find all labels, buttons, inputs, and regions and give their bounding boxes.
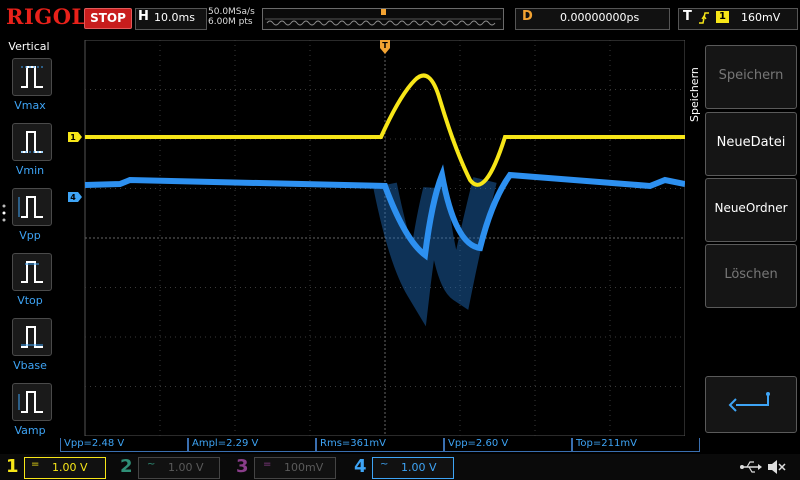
waveform-display[interactable]: T 1 4: [60, 40, 685, 436]
trigger-level: 160mV: [741, 11, 781, 24]
ch3-coupling: =: [263, 459, 272, 470]
usb-icon: [740, 461, 762, 473]
memory-trigger-marker: [381, 9, 386, 15]
delay-letter: D: [522, 9, 533, 24]
vmax-label: Vmax: [14, 99, 46, 112]
timebase-value: 10.0ms: [154, 11, 195, 24]
pulse-icon: [21, 261, 43, 283]
svg-text:4: 4: [70, 193, 76, 202]
measurement-4[interactable]: Vpp=2.60 V: [444, 438, 572, 452]
vmin-button[interactable]: [12, 123, 52, 161]
ch3-scale: 100mV: [284, 461, 324, 474]
delay-value: 0.00000000ps: [560, 11, 640, 24]
trigger-letter: T: [683, 9, 692, 24]
measurement-2[interactable]: Ampl=2.29 V: [188, 438, 316, 452]
measurement-5[interactable]: Top=211mV: [572, 438, 700, 452]
pulse-icon: [18, 196, 43, 218]
measurement-1[interactable]: Vpp=2.48 V: [60, 438, 188, 452]
ch2-scale: 1.00 V: [168, 461, 204, 474]
pulse-icon: [18, 391, 43, 413]
memory-depth: 6.00M pts: [208, 17, 253, 27]
acquisition-info: 50.0MSa/s 6.00M pts: [208, 7, 255, 27]
ch1-number[interactable]: 1: [6, 456, 19, 477]
speaker-muted-icon[interactable]: [766, 458, 786, 476]
svg-text:1: 1: [70, 133, 76, 142]
speichern-button[interactable]: Speichern: [705, 45, 797, 109]
speichern-label: Speichern: [718, 68, 784, 83]
loeschen-button[interactable]: Löschen: [705, 244, 797, 308]
ch1-scale: 1.00 V: [52, 461, 88, 474]
loeschen-label: Löschen: [724, 267, 778, 282]
sample-rate: 50.0MSa/s: [208, 7, 255, 17]
pulse-icon: [21, 131, 43, 153]
return-arrow-icon: [728, 392, 770, 412]
svg-text:T: T: [382, 41, 388, 50]
vamp-label: Vamp: [14, 424, 46, 437]
ch2-number[interactable]: 2: [120, 456, 133, 477]
vmax-button[interactable]: [12, 58, 52, 96]
right-panel-title: Speichern: [688, 67, 701, 122]
ch3-number[interactable]: 3: [236, 456, 249, 477]
vbase-button[interactable]: [12, 318, 52, 356]
return-button[interactable]: [705, 376, 797, 433]
memory-waveform-preview: [265, 9, 501, 26]
ch4-number[interactable]: 4: [354, 456, 367, 477]
neueordner-button[interactable]: NeueOrdner: [705, 178, 797, 242]
timebase-letter: H: [138, 9, 149, 24]
ch1-coupling: =: [31, 459, 40, 470]
vtop-button[interactable]: [12, 253, 52, 291]
trigger-edge-icon: [699, 12, 709, 24]
pulse-icon: [21, 66, 43, 88]
ch4-coupling: ~: [380, 459, 389, 470]
run-stop-badge[interactable]: STOP: [84, 8, 132, 29]
measurement-3[interactable]: Rms=361mV: [316, 438, 444, 452]
ch4-scale: 1.00 V: [401, 461, 437, 474]
neueordner-label: NeueOrdner: [714, 201, 788, 215]
neuedatei-button[interactable]: NeueDatei: [705, 112, 797, 176]
vamp-button[interactable]: [12, 383, 52, 421]
vmin-label: Vmin: [15, 164, 45, 177]
vtop-label: Vtop: [17, 294, 43, 307]
pulse-icon: [21, 326, 43, 348]
page-dots-icon: [2, 204, 6, 222]
vpp-label: Vpp: [19, 229, 41, 242]
left-panel-title: Vertical: [8, 40, 50, 53]
memory-overview-bar[interactable]: [262, 8, 504, 30]
brand-logo: RIGOL: [6, 4, 87, 29]
ch2-coupling: ~: [147, 459, 156, 470]
vpp-button[interactable]: [12, 188, 52, 226]
neuedatei-label: NeueDatei: [716, 135, 786, 150]
vbase-label: Vbase: [13, 359, 47, 372]
trigger-source: 1: [716, 11, 729, 23]
